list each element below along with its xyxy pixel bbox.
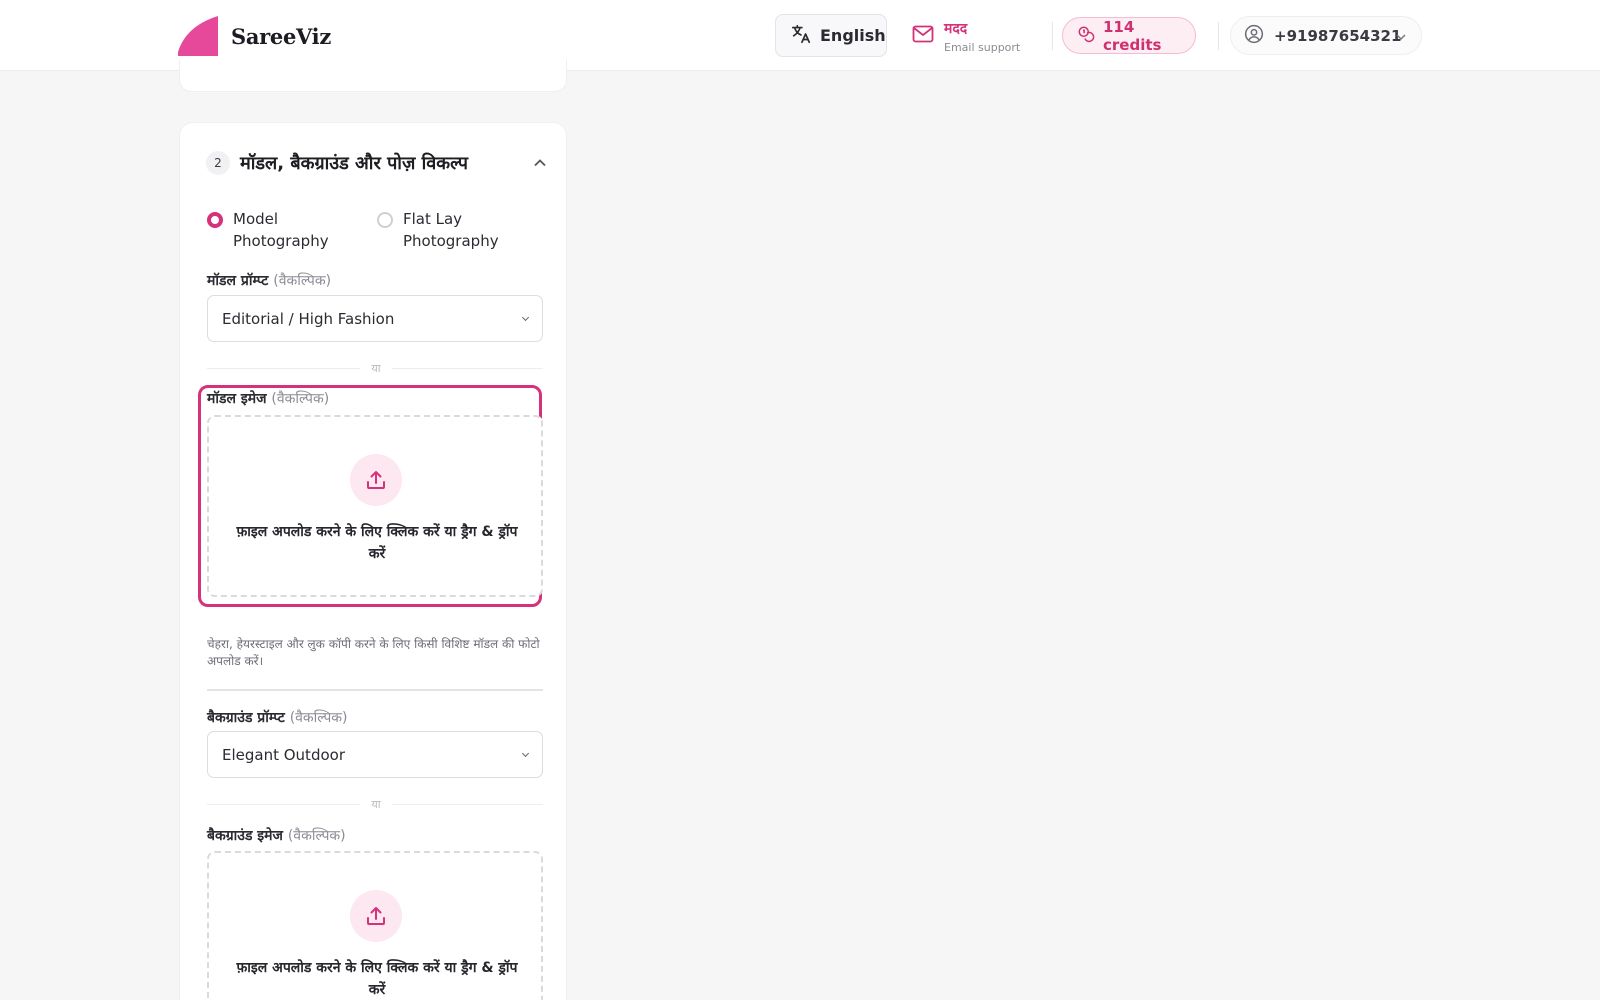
- model-prompt-select[interactable]: Editorial / High Fashion: [207, 295, 543, 342]
- logo-mark-icon: [178, 16, 218, 56]
- header-divider: [1218, 22, 1219, 50]
- background-image-dropzone[interactable]: फ़ाइल अपलोड करने के लिए क्लिक करें या ड्…: [207, 851, 543, 1000]
- language-button[interactable]: English: [775, 14, 887, 57]
- section-number: 2: [206, 151, 230, 175]
- brand-name: SareeViz: [231, 23, 331, 49]
- help-subtitle: Email support: [944, 41, 1021, 54]
- model-image-label: मॉडल इमेज (वैकल्पिक): [207, 391, 330, 407]
- coins-icon: [1077, 25, 1095, 47]
- model-prompt-label: मॉडल प्रॉम्प्ट (वैकल्पिक): [207, 273, 332, 289]
- model-image-dropzone[interactable]: फ़ाइल अपलोड करने के लिए क्लिक करें या ड्…: [207, 415, 543, 597]
- user-phone: +91987654321: [1274, 26, 1402, 45]
- language-label: English: [820, 26, 886, 45]
- radio-label: Flat Lay Photography: [403, 210, 499, 250]
- section-header[interactable]: 2 मॉडल, बैकग्राउंड और पोज़ विकल्प: [206, 151, 546, 175]
- previous-section-card: [179, 60, 567, 92]
- chevron-down-icon: [521, 749, 530, 758]
- model-prompt-value: Editorial / High Fashion: [222, 309, 395, 328]
- help-link[interactable]: मदद Email support: [912, 20, 1020, 56]
- section-separator: [207, 689, 543, 691]
- credits-label: 114 credits: [1103, 17, 1162, 54]
- upload-instruction: फ़ाइल अपलोड करने के लिए क्लिक करें या ड्…: [236, 960, 518, 998]
- section-title: मॉडल, बैकग्राउंड और पोज़ विकल्प: [240, 153, 469, 174]
- radio-model-photography[interactable]: Model Photography: [207, 208, 377, 252]
- chevron-up-icon[interactable]: [532, 155, 548, 175]
- radio-unselected-icon[interactable]: [377, 212, 393, 228]
- radio-flat-lay-photography[interactable]: Flat Lay Photography: [377, 208, 547, 252]
- chevron-down-icon: [1395, 29, 1407, 47]
- chevron-down-icon: [521, 313, 530, 322]
- user-circle-icon: [1244, 24, 1264, 48]
- brand-logo[interactable]: SareeViz: [178, 16, 331, 56]
- translate-icon: [790, 23, 812, 49]
- radio-selected-icon[interactable]: [207, 212, 223, 228]
- user-menu-button[interactable]: +91987654321: [1230, 16, 1422, 55]
- background-prompt-value: Elegant Outdoor: [222, 745, 345, 764]
- radio-label: Model Photography: [233, 210, 329, 250]
- or-text: या: [360, 361, 392, 376]
- model-image-hint: चेहरा, हेयरस्टाइल और लुक कॉपी करने के लि…: [207, 637, 540, 668]
- upload-instruction: फ़ाइल अपलोड करने के लिए क्लिक करें या ड्…: [236, 524, 518, 562]
- background-prompt-label: बैकग्राउंड प्रॉम्प्ट (वैकल्पिक): [207, 710, 348, 726]
- upload-icon: [350, 454, 402, 506]
- upload-icon: [350, 890, 402, 942]
- help-title: मदद: [944, 21, 968, 37]
- credits-badge[interactable]: 114 credits: [1062, 17, 1196, 54]
- photography-type-radio-group: Model Photography Flat Lay Photography: [207, 208, 547, 252]
- section-card-model-background: 2 मॉडल, बैकग्राउंड और पोज़ विकल्प Model …: [179, 122, 567, 1000]
- background-image-label: बैकग्राउंड इमेज (वैकल्पिक): [207, 828, 346, 844]
- mail-icon: [912, 25, 934, 47]
- background-prompt-select[interactable]: Elegant Outdoor: [207, 731, 543, 778]
- header-divider: [1052, 22, 1053, 50]
- or-text: या: [360, 797, 392, 812]
